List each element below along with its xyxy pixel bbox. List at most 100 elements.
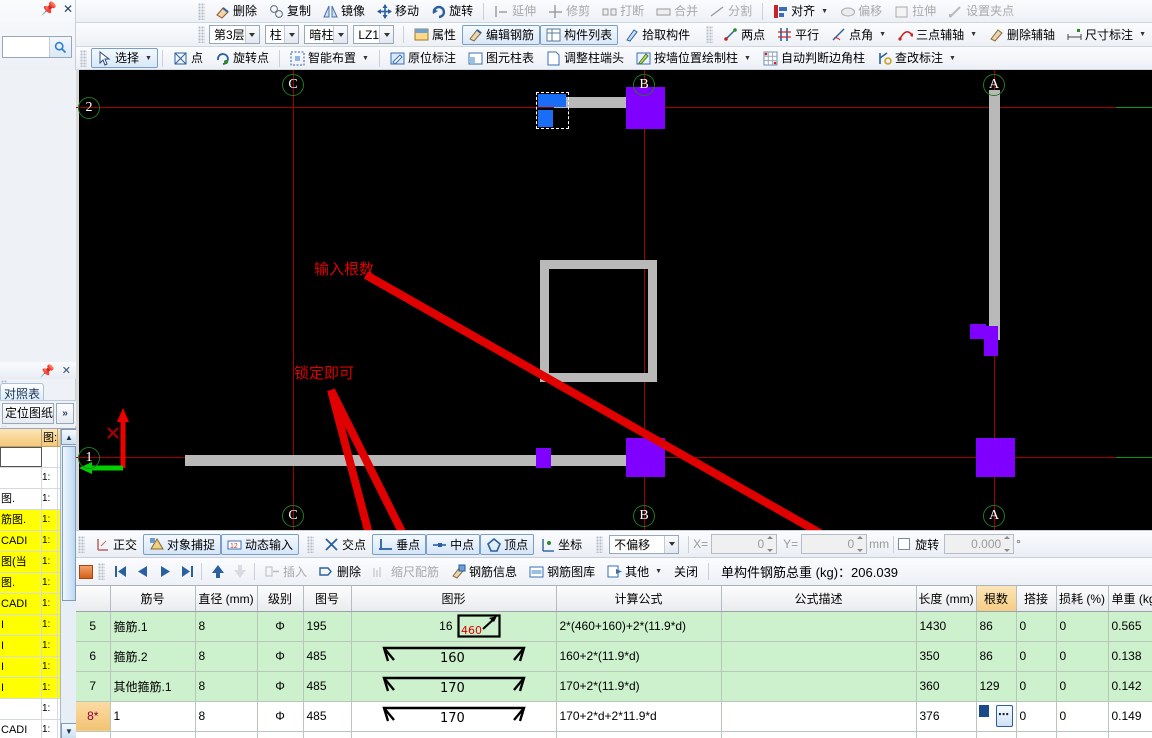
pin-icon[interactable]: 📌 [41,1,57,17]
table-cell-formula[interactable]: 170+2*(11.9*d) [556,671,722,702]
table-header-no[interactable] [76,586,111,612]
table-header-loss[interactable]: 损耗 (%) [1056,586,1109,612]
rotate-checkbox[interactable] [898,538,911,550]
table-row[interactable]: 7 其他箍筋.1 8 Φ 485 170 170+2*(11.9*d) 360 129 0 0 0.1… [76,671,1152,702]
table-cell-loss[interactable]: 0 [1056,701,1109,732]
column-small-bottom[interactable] [536,448,551,468]
toolbar-button-edit-rebar[interactable]: 编辑钢筋 [462,24,541,45]
chevron-down-icon[interactable]: ▼ [821,8,828,15]
table-cell-count[interactable]: ⋯ [976,701,1017,732]
table-cell-formula[interactable]: 170+2*d+2*11.9*d [556,701,722,732]
toolbar-button-properties[interactable]: 属性 [408,25,462,45]
toolbar-button-split[interactable]: 分割 [704,1,758,21]
statusbar-grip[interactable] [78,535,85,553]
status-button-vertex[interactable]: 顶点 [480,533,535,555]
chevron-down-icon[interactable]: ▼ [949,55,956,62]
toolbar-button-rotate-point[interactable]: 旋转点 [209,48,275,68]
table-cell-formula_desc[interactable] [721,641,917,672]
toolbar-button-check-edit-label[interactable]: 查改标注 ▼ [871,48,962,68]
y-coordinate-input[interactable]: 0 [801,534,868,554]
scrollbar-thumb[interactable] [62,446,76,601]
move-up-button[interactable] [206,562,228,582]
table-row[interactable]: 9 [76,731,1152,738]
search-box[interactable] [2,36,72,58]
rotate-input[interactable]: 0.000 [944,534,1015,554]
table-cell-formula_desc[interactable] [721,611,917,642]
toolbar-button-stretch[interactable]: 拉伸 [888,1,942,21]
statusbar-grip[interactable] [307,535,315,553]
toolbar-button-mirror[interactable]: 镜像 [317,1,371,21]
pin-icon[interactable]: 📌 [40,364,55,378]
last-record-button[interactable] [175,562,197,582]
combo-offset-mode[interactable]: 不偏移 [609,534,680,554]
table-cell-count[interactable]: 86 [976,611,1017,642]
table-cell-formula[interactable]: 2*(460+160)+2*(11.9*d) [556,611,722,642]
table-header-unit_weight[interactable]: 单重 (kg) [1108,586,1152,612]
table-cell-fig_no[interactable]: 485 [303,641,352,672]
rebar-toolbar-grip[interactable] [98,563,105,580]
statusbar-grip[interactable] [596,535,604,553]
table-cell-count[interactable]: 129 [976,671,1017,702]
table-header-length[interactable]: 长度 (mm) [916,586,977,612]
toolbar-button-smart-layout[interactable]: 智能布置 ▼ [284,48,375,68]
table-cell-unit_weight[interactable]: 0.138 [1108,641,1152,672]
toolbar-button-grip-point[interactable]: 设置夹点 [942,1,1020,21]
table-cell-loss[interactable]: 0 [1056,641,1109,672]
status-button-object-snap[interactable]: 对象捕捉 [143,533,222,555]
chevron-down-icon[interactable]: ▼ [970,31,977,38]
table-cell-formula[interactable] [556,731,722,738]
table-row-number[interactable]: 6 [76,641,111,672]
rebar-button-other[interactable]: 其他 ▼ [601,562,668,582]
combo-floor[interactable]: 第3层 [209,25,260,44]
toolbar-button-auto-corner-column[interactable]: 自动判断边角柱 [757,48,871,68]
table-cell-length[interactable]: 360 [916,671,977,702]
table-cell-rebar_name[interactable]: 箍筋.1 [110,611,196,642]
table-header-grade[interactable]: 级别 [257,586,304,612]
table-cell-figure[interactable]: 170 [351,671,557,702]
status-button-coordinate[interactable]: 坐标 [534,534,588,555]
table-cell-formula_desc[interactable] [721,701,917,732]
table-row-number[interactable]: 8* [76,701,111,732]
chevron-down-icon[interactable] [284,26,299,43]
toolbar-button-rotate[interactable]: 旋转 [425,1,479,21]
first-record-button[interactable] [109,562,131,582]
table-cell-rebar_name[interactable]: 箍筋.2 [110,641,196,672]
status-button-dynamic-input[interactable]: 12 动态输入 [221,533,300,555]
scroll-down-icon[interactable]: ▼ [61,723,76,738]
toolbar-button-adjust-column-end[interactable]: 调整柱端头 [540,48,630,68]
table-row-number[interactable]: 5 [76,611,111,642]
table-cell-loss[interactable]: 0 [1056,671,1109,702]
chevron-down-icon[interactable]: ▼ [879,31,886,38]
compare-grid-scrollbar[interactable]: ▲ ▼ [60,429,76,738]
rebar-button-rebar-library[interactable]: 钢筋图库 [523,562,601,582]
table-row-number[interactable]: 9 [76,731,111,738]
table-cell-count[interactable]: 86 [976,641,1017,672]
table-header-formula_desc[interactable]: 公式描述 [721,586,917,612]
chevron-down-icon[interactable]: ▼ [362,55,369,62]
table-cell-lap[interactable]: 0 [1016,701,1057,732]
close-icon[interactable]: ✕ [62,364,71,377]
toolbar-grip[interactable] [706,26,714,43]
status-button-midpoint[interactable]: 中点 [426,533,481,555]
table-header-rebar_name[interactable]: 筋号 [110,586,196,612]
column-A1[interactable] [976,438,1015,477]
next-record-button[interactable] [153,562,175,582]
toolbar-button-in-situ-label[interactable]: 原位标注 [384,48,462,68]
tab-compare-table[interactable]: 对照表 [0,383,45,400]
toolbar-button-point[interactable]: 点 [167,48,209,68]
toolbar-button-align[interactable]: 对齐 ▼ [767,1,834,21]
table-row[interactable]: 6箍筋.28Φ485160160+2*(11.9*d)35086000.1381… [76,641,1152,672]
move-down-button[interactable] [228,562,250,582]
toolbar-button-cursor[interactable]: 选择 ▼ [91,48,158,68]
search-input[interactable] [3,37,49,57]
table-header-figure[interactable]: 图形 [351,586,557,612]
table-cell-grade[interactable]: Φ [257,701,304,732]
toolbar-button-three-point-axis[interactable]: 三点辅轴 ▼ [892,25,983,45]
toolbar-button-trim[interactable]: 修剪 [542,1,596,21]
table-cell-grade[interactable]: Φ [257,611,304,642]
table-row[interactable]: 8*18Φ485170170+2*d+2*11.9*d376⋯000.1490.… [76,701,1152,732]
wall-bottom-horizontal[interactable] [185,455,645,466]
spinner-icon[interactable] [1002,536,1012,552]
table-cell-fig_no[interactable]: 195 [303,611,352,642]
rebar-button-scale-rebar[interactable]: 缩尺配筋 [367,562,445,582]
